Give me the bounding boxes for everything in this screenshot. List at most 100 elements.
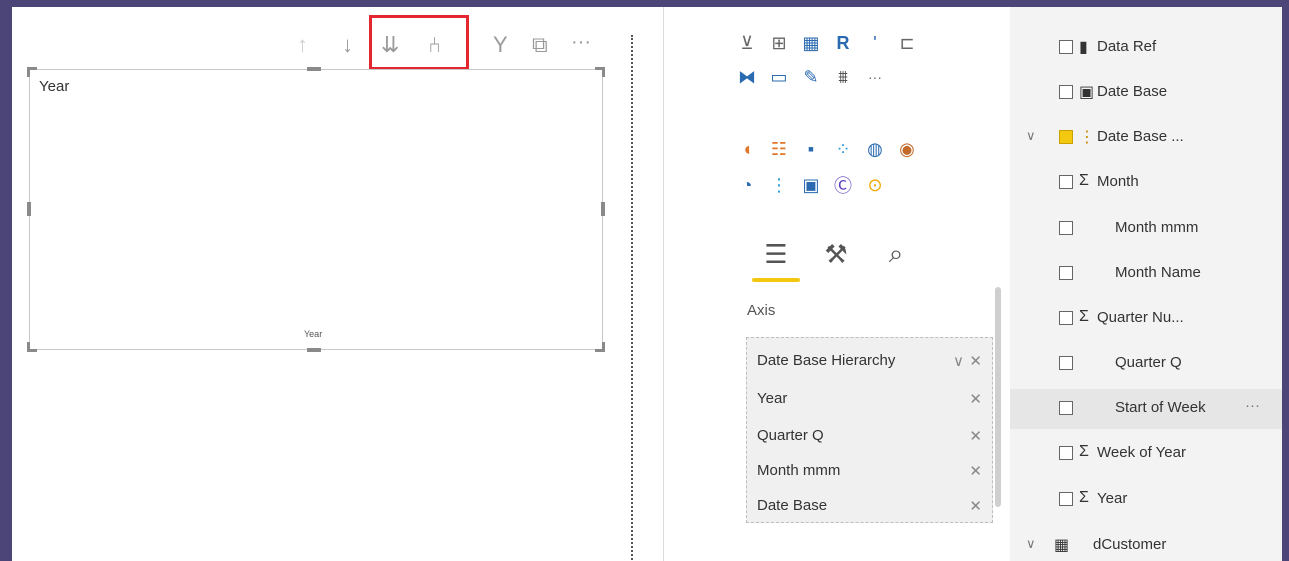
well-item-label: Year — [757, 390, 788, 407]
more-options-icon[interactable]: ··· — [1245, 397, 1260, 414]
custom-visual-card-icon[interactable]: ▣ — [799, 173, 823, 197]
field-item-quarter-number[interactable]: Σ Quarter Nu... — [1010, 299, 1282, 339]
well-item-label: Month mmm — [757, 462, 841, 479]
line-clustered-column-icon[interactable]: ⊻ — [735, 31, 759, 55]
r-visual-icon[interactable]: R — [831, 31, 855, 55]
resize-corner-tr[interactable] — [595, 67, 605, 77]
well-item-row[interactable]: Year ✕ — [747, 384, 992, 414]
chevron-down-icon[interactable]: ∨ — [1026, 128, 1036, 144]
well-item-label: Date Base — [757, 497, 828, 514]
well-hierarchy-row[interactable]: Date Base Hierarchy ∨ ✕ — [747, 346, 992, 376]
chevron-down-icon[interactable]: ∨ — [1026, 536, 1036, 552]
field-item-month-name[interactable]: Month Name — [1010, 254, 1282, 294]
visual-field-title: Year — [39, 78, 70, 95]
custom-visual-donut-icon[interactable]: ◔ — [735, 173, 759, 197]
drill-up-icon[interactable]: ↑ — [297, 34, 308, 56]
field-item-month[interactable]: Σ Month — [1010, 163, 1282, 203]
remove-icon[interactable]: ✕ — [969, 497, 982, 515]
custom-visual-scatter-icon[interactable]: ⁘ — [831, 137, 855, 161]
python-visual-icon[interactable]: ʹ — [863, 31, 887, 55]
paginated-report-icon[interactable]: ⩩ — [831, 65, 855, 89]
format-tab-icon[interactable]: ⚒ — [821, 239, 851, 269]
resize-handle-top[interactable] — [307, 67, 321, 71]
fields-tab-icon[interactable]: ☰ — [761, 239, 791, 269]
field-checkbox[interactable] — [1059, 266, 1073, 280]
field-checkbox[interactable] — [1059, 311, 1073, 325]
chevron-down-icon[interactable]: ∨ — [953, 352, 964, 370]
field-label: Month mmm — [1115, 219, 1199, 236]
chart-visual[interactable]: Year Year — [27, 67, 605, 352]
filter-icon[interactable]: Y — [493, 34, 508, 56]
field-checkbox[interactable] — [1059, 40, 1073, 54]
date-table-icon: ▣ — [1079, 84, 1095, 101]
remove-icon[interactable]: ✕ — [969, 390, 982, 408]
field-checkbox[interactable] — [1059, 175, 1073, 189]
sigma-icon: Σ — [1079, 489, 1089, 506]
field-checkbox[interactable] — [1059, 221, 1073, 235]
field-checkbox[interactable] — [1059, 85, 1073, 99]
highlight-box — [369, 15, 469, 70]
field-label: Quarter Nu... — [1097, 309, 1184, 326]
field-checkbox[interactable] — [1059, 492, 1073, 506]
field-label: Date Base — [1097, 83, 1168, 100]
remove-icon[interactable]: ✕ — [969, 427, 982, 445]
well-item-row[interactable]: Quarter Q ✕ — [747, 421, 992, 451]
resize-corner-bl[interactable] — [27, 342, 37, 352]
hierarchy-icon: ⋮ — [1079, 129, 1095, 146]
key-influencers-icon[interactable]: ⊏ — [895, 31, 919, 55]
qa-visual-icon[interactable]: ▭ — [767, 65, 791, 89]
visualizations-pane: ⊻ ⊞ ▦ R ʹ ⊏ ⧓ ▭ ✎ ⩩ ··· ◖ ☷ ▪ ⁘ ◍ ◉ ◔ ⋮ … — [717, 7, 1001, 561]
field-item-date-base[interactable]: ▣ Date Base — [1010, 73, 1282, 113]
screenshot-frame: ↑ ↓ ⇊ ⑃ Y ⧉ ··· Year Year ⊻ ⊞ ▦ R ʹ ⊏ ⧓ … — [12, 7, 1282, 561]
field-checkbox[interactable] — [1059, 356, 1073, 370]
well-hierarchy-label: Date Base Hierarchy — [757, 352, 896, 369]
field-item-start-of-week[interactable]: Start of Week ··· — [1010, 389, 1282, 429]
field-checkbox-checked[interactable] — [1059, 130, 1073, 144]
well-item-row[interactable]: Month mmm ✕ — [747, 456, 992, 486]
custom-visual-play-icon[interactable]: ⊙ — [863, 173, 887, 197]
field-item-month-mmm[interactable]: Month mmm — [1010, 209, 1282, 249]
pane-scrollbar[interactable] — [995, 287, 1001, 507]
field-checkbox[interactable] — [1059, 401, 1073, 415]
remove-icon[interactable]: ✕ — [969, 352, 982, 370]
field-label: Month — [1097, 173, 1139, 190]
custom-visual-drop-icon[interactable]: ◉ — [895, 137, 919, 161]
field-label: Start of Week — [1115, 399, 1206, 416]
resize-handle-bottom[interactable] — [307, 348, 321, 352]
table-visual-icon[interactable]: ⊞ — [767, 31, 791, 55]
field-item-date-base-hierarchy[interactable]: ∨ ⋮ Date Base ... — [1010, 118, 1282, 158]
more-visuals-icon[interactable]: ··· — [863, 65, 887, 89]
x-axis-label: Year — [304, 329, 323, 339]
resize-handle-right[interactable] — [601, 202, 605, 216]
analytics-tab-icon[interactable]: ⌕ — [881, 238, 911, 269]
table-item-dcustomer[interactable]: ∨ ▦ dCustomer — [1010, 526, 1282, 561]
custom-visual-c-icon[interactable]: Ⓒ — [831, 173, 855, 197]
field-item-quarter-q[interactable]: Quarter Q — [1010, 344, 1282, 384]
decomposition-tree-icon[interactable]: ⧓ — [735, 65, 759, 89]
field-item-year[interactable]: Σ Year — [1010, 480, 1282, 520]
resize-corner-br[interactable] — [595, 342, 605, 352]
resize-corner-tl[interactable] — [27, 67, 37, 77]
focus-mode-icon[interactable]: ⧉ — [532, 34, 548, 56]
field-item-week-of-year[interactable]: Σ Week of Year — [1010, 434, 1282, 474]
custom-visual-globe-icon[interactable]: ◍ — [863, 137, 887, 161]
table-icon: ▦ — [1054, 537, 1070, 554]
field-label: Year — [1097, 490, 1128, 507]
field-item-data-ref[interactable]: ▮ Data Ref — [1010, 28, 1282, 68]
sigma-icon: Σ — [1079, 443, 1089, 460]
axis-field-well[interactable]: Date Base Hierarchy ∨ ✕ Year ✕ Quarter Q… — [746, 337, 993, 523]
custom-visual-grid-icon[interactable]: ▪ — [799, 137, 823, 161]
custom-visual-wave-icon[interactable]: ⋮ — [767, 173, 791, 197]
matrix-visual-icon[interactable]: ▦ — [799, 31, 823, 55]
field-checkbox[interactable] — [1059, 446, 1073, 460]
custom-visual-fish-icon[interactable]: ◖ — [735, 137, 759, 161]
drill-mode-icon[interactable]: ↓ — [342, 34, 353, 56]
more-options-icon[interactable]: ··· — [571, 31, 591, 53]
calculator-icon: ▮ — [1079, 39, 1088, 56]
remove-icon[interactable]: ✕ — [969, 462, 982, 480]
resize-handle-left[interactable] — [27, 202, 31, 216]
well-item-row[interactable]: Date Base ✕ — [747, 491, 992, 521]
active-tab-indicator — [752, 278, 800, 282]
smart-narrative-icon[interactable]: ✎ — [799, 65, 823, 89]
custom-visual-bars-icon[interactable]: ☷ — [767, 137, 791, 161]
